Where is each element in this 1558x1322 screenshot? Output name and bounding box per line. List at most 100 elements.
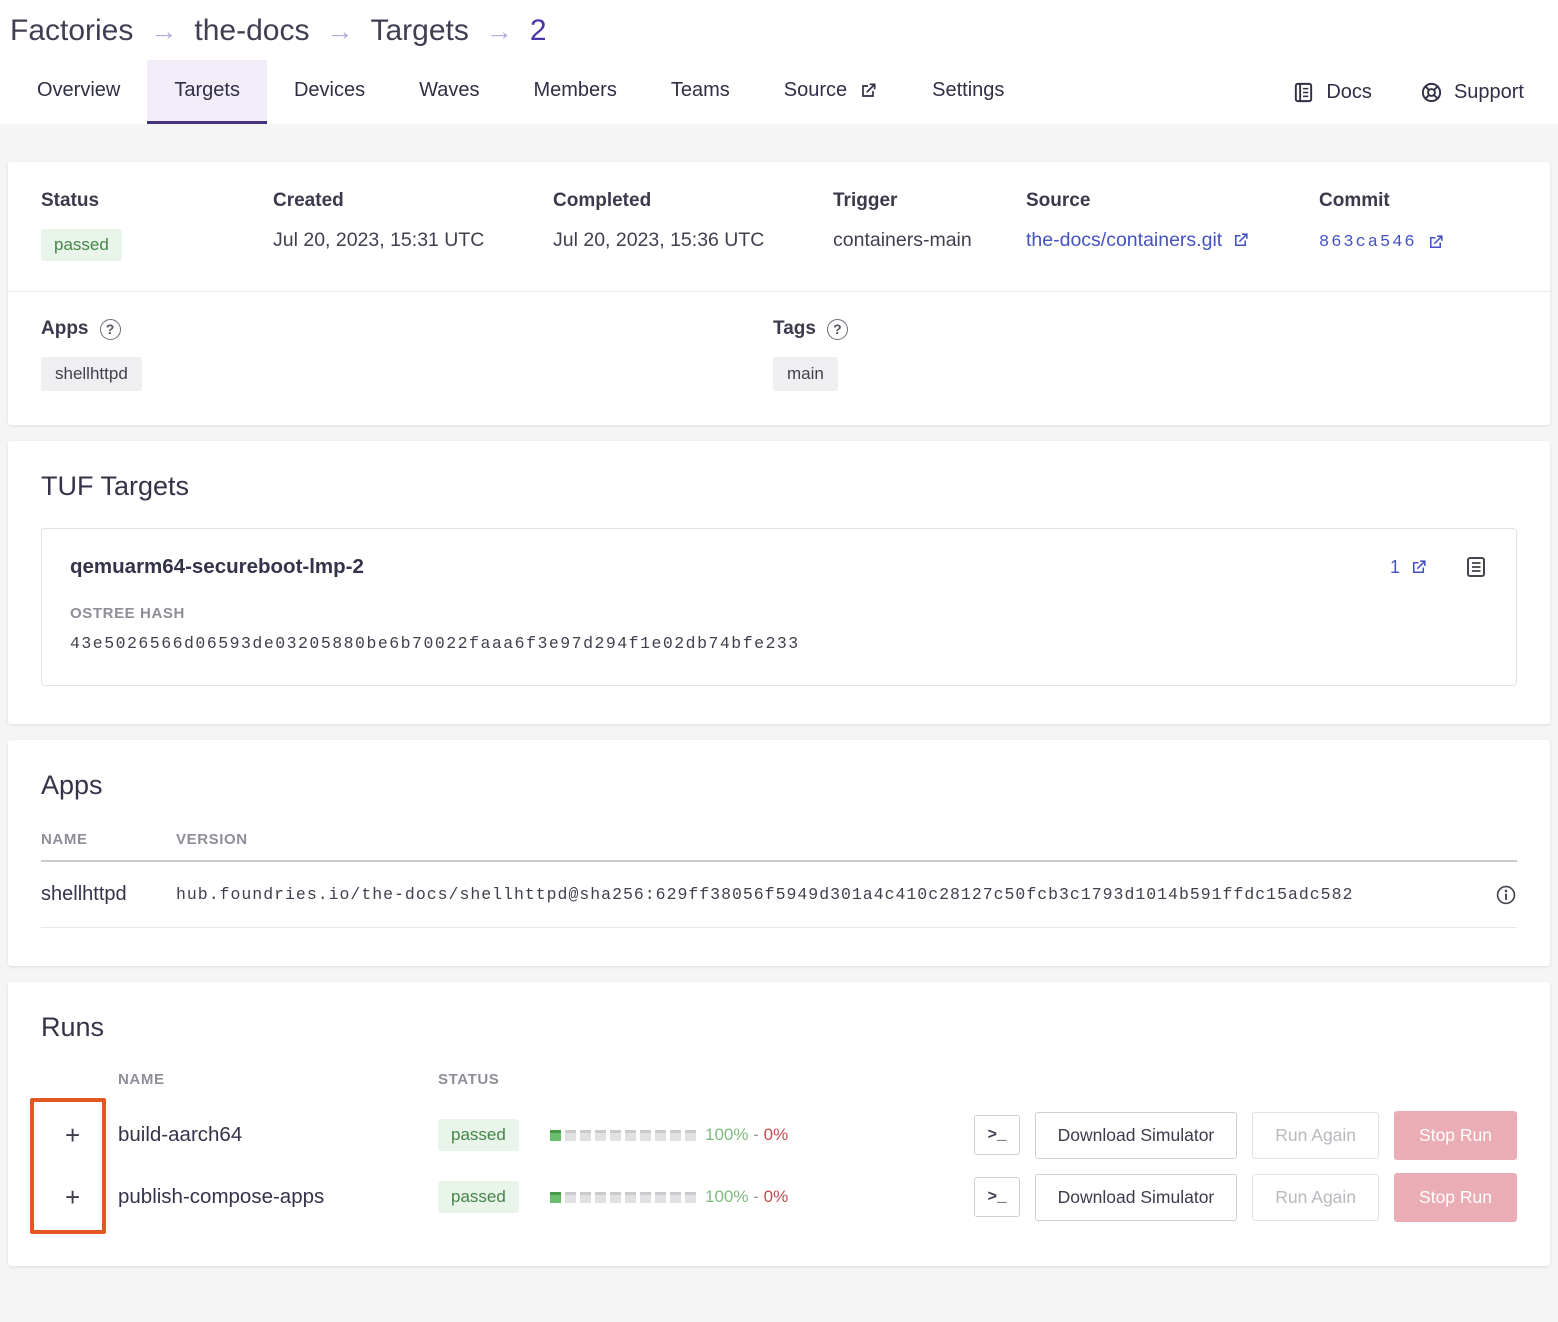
docs-link[interactable]: Docs [1268, 60, 1396, 124]
external-link-icon [858, 81, 878, 101]
support-link[interactable]: Support [1396, 60, 1548, 124]
field-trigger: Trigger containers-main [833, 190, 1026, 261]
tab-label: Source [784, 79, 847, 102]
tab-label: Targets [174, 79, 240, 102]
target-summary-card: Status passed Created Jul 20, 2023, 15:3… [8, 162, 1550, 425]
tab-overview[interactable]: Overview [10, 60, 147, 124]
run-name: build-aarch64 [118, 1123, 438, 1147]
run-progress-pcts: 100% - 0% [705, 1125, 855, 1145]
tab-label: Devices [294, 79, 365, 102]
fail-percentage: 0% [764, 1187, 789, 1206]
tuf-targets-card: TUF Targets qemuarm64-secureboot-lmp-2 1… [8, 441, 1550, 724]
app-name: shellhttpd [41, 883, 176, 906]
tab-label: Waves [419, 79, 479, 102]
field-created: Created Jul 20, 2023, 15:31 UTC [273, 190, 553, 261]
run-again-button[interactable]: Run Again [1252, 1112, 1379, 1159]
source-label: Source [1026, 190, 1319, 212]
trigger-value: containers-main [833, 229, 1026, 252]
header-actions: Docs Support [1268, 60, 1548, 124]
page-header: Factories → the-docs → Targets → 2 Overv… [0, 0, 1558, 124]
external-link-icon [1426, 233, 1445, 252]
run-progress-squares [550, 1192, 705, 1203]
apps-table-header: NAME VERSION [41, 831, 1517, 862]
run-name: publish-compose-apps [118, 1185, 438, 1209]
runs-table-header: NAME STATUS [41, 1071, 1517, 1088]
pct-separator: - [753, 1125, 759, 1144]
expand-run-button[interactable]: + [57, 1120, 88, 1151]
runs-title: Runs [41, 1012, 1517, 1043]
support-label: Support [1454, 81, 1524, 104]
run-progress-squares [550, 1130, 705, 1141]
external-link-icon [1231, 231, 1250, 250]
external-link-icon [1409, 558, 1428, 577]
run-again-button[interactable]: Run Again [1252, 1174, 1379, 1221]
summary-row-2: Apps ? shellhttpd Tags ? main [8, 291, 1550, 425]
tab-teams[interactable]: Teams [644, 60, 757, 124]
tab-devices[interactable]: Devices [267, 60, 392, 124]
tuf-target-name: qemuarm64-secureboot-lmp-2 [70, 555, 364, 579]
tab-members[interactable]: Members [506, 60, 643, 124]
console-button[interactable]: >_ [974, 1177, 1019, 1217]
apps-help-icon[interactable]: ? [100, 319, 121, 340]
tab-targets[interactable]: Targets [147, 60, 267, 124]
tab-label: Overview [37, 79, 120, 102]
tags-label: Tags [773, 318, 816, 340]
field-status: Status passed [41, 190, 273, 261]
tab-settings[interactable]: Settings [905, 60, 1031, 124]
tuf-targets-title: TUF Targets [41, 471, 1517, 502]
breadcrumb: Factories → the-docs → Targets → 2 [0, 0, 1558, 56]
runs-card: Runs NAME STATUS + build-aarch64 passed … [8, 982, 1550, 1266]
apps-title: Apps [41, 770, 1517, 801]
docs-label: Docs [1326, 81, 1372, 104]
field-source: Source the-docs/containers.git [1026, 190, 1319, 261]
tab-waves[interactable]: Waves [392, 60, 506, 124]
apps-chip: shellhttpd [41, 357, 142, 391]
app-info-button[interactable] [1495, 884, 1517, 906]
apps-card: Apps NAME VERSION shellhttpd hub.foundri… [8, 740, 1550, 966]
source-repo-link[interactable]: the-docs/containers.git [1026, 229, 1250, 252]
field-completed: Completed Jul 20, 2023, 15:36 UTC [553, 190, 833, 261]
apps-col-version: VERSION [176, 831, 248, 848]
field-apps: Apps ? shellhttpd [41, 318, 773, 391]
apps-label: Apps [41, 318, 89, 340]
source-repo-text: the-docs/containers.git [1026, 229, 1222, 252]
created-label: Created [273, 190, 553, 212]
breadcrumb-factory[interactable]: the-docs [194, 14, 309, 48]
stop-run-button[interactable]: Stop Run [1394, 1111, 1517, 1160]
breadcrumb-arrow-icon: → [150, 16, 177, 47]
docs-book-icon [1292, 81, 1315, 104]
tab-source[interactable]: Source [757, 60, 905, 124]
trigger-label: Trigger [833, 190, 1026, 212]
completed-value: Jul 20, 2023, 15:36 UTC [553, 229, 833, 252]
breadcrumb-factories[interactable]: Factories [10, 14, 133, 48]
tab-bar: Overview Targets Devices Waves Members T… [0, 56, 1558, 124]
stop-run-button[interactable]: Stop Run [1394, 1173, 1517, 1222]
commit-link[interactable]: 863ca546 [1319, 233, 1445, 252]
field-commit: Commit 863ca546 [1319, 190, 1517, 261]
tuf-target-count-link[interactable]: 1 [1390, 557, 1428, 578]
apps-col-name: NAME [41, 831, 176, 848]
tab-label: Teams [671, 79, 730, 102]
app-version: hub.foundries.io/the-docs/shellhttpd@sha… [176, 885, 1353, 904]
download-simulator-button[interactable]: Download Simulator [1035, 1174, 1238, 1221]
tags-help-icon[interactable]: ? [827, 319, 848, 340]
table-row: + build-aarch64 passed 100% - 0% >_ Down… [41, 1104, 1517, 1166]
expand-run-button[interactable]: + [57, 1182, 88, 1213]
terminal-icon: >_ [987, 1126, 1006, 1144]
table-row: + publish-compose-apps passed 100% - 0% … [41, 1166, 1517, 1228]
runs-col-status: STATUS [438, 1071, 499, 1088]
ostree-hash-label: OSTREE HASH [70, 605, 1488, 622]
run-status-badge: passed [438, 1119, 519, 1151]
support-lifebuoy-icon [1420, 81, 1443, 104]
breadcrumb-targets[interactable]: Targets [370, 14, 468, 48]
summary-row-1: Status passed Created Jul 20, 2023, 15:3… [8, 162, 1550, 291]
fail-percentage: 0% [764, 1125, 789, 1144]
download-simulator-button[interactable]: Download Simulator [1035, 1112, 1238, 1159]
console-button[interactable]: >_ [974, 1115, 1019, 1155]
status-badge: passed [41, 229, 122, 261]
completed-label: Completed [553, 190, 833, 212]
pct-separator: - [753, 1187, 759, 1206]
tags-chip: main [773, 357, 838, 391]
commit-label: Commit [1319, 190, 1517, 212]
target-details-list-icon[interactable] [1464, 555, 1488, 579]
